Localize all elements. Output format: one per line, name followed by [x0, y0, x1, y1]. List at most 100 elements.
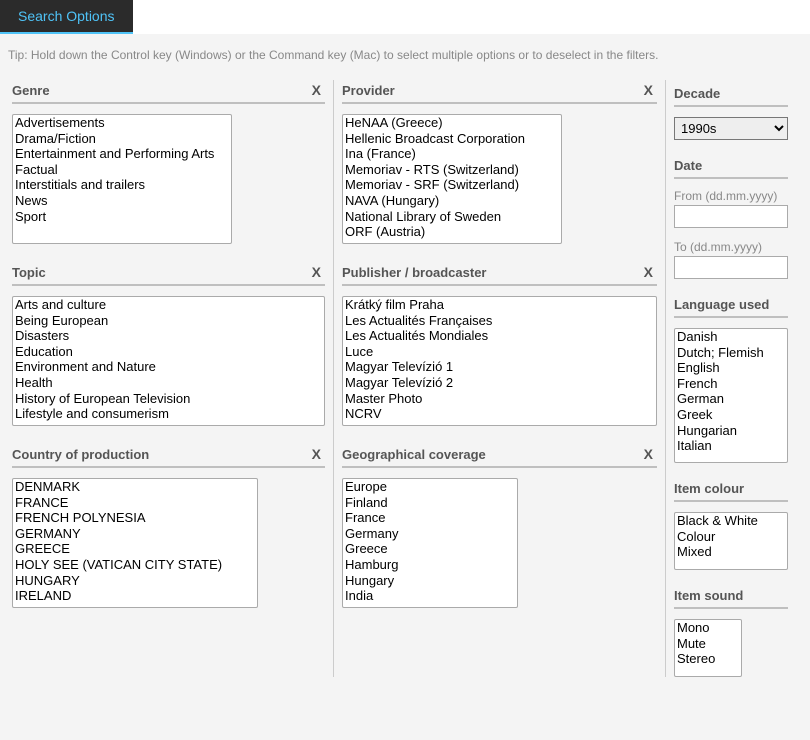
list-item[interactable]: Greece: [343, 541, 517, 557]
list-item[interactable]: Magyar Televízió 2: [343, 375, 656, 391]
list-item[interactable]: Danish: [675, 329, 787, 345]
list-item[interactable]: Les Actualités Françaises: [343, 313, 656, 329]
list-item[interactable]: Arts and culture: [13, 297, 324, 313]
filter-geo-title: Geographical coverage: [342, 447, 486, 462]
filter-columns: Genre X AdvertisementsDrama/FictionEnter…: [0, 80, 810, 697]
list-item[interactable]: GERMANY: [13, 526, 257, 542]
list-item[interactable]: National Library of Sweden: [343, 209, 561, 225]
list-item[interactable]: Hungary: [343, 573, 517, 589]
list-item[interactable]: Ina (France): [343, 146, 561, 162]
list-item[interactable]: HeNAA (Greece): [343, 115, 561, 131]
list-item[interactable]: Hungarian: [675, 423, 787, 439]
list-item[interactable]: Master Photo: [343, 391, 656, 407]
list-item[interactable]: Interstitials and trailers: [13, 177, 231, 193]
list-item[interactable]: NAVA (Hungary): [343, 193, 561, 209]
filter-country-select[interactable]: DENMARKFRANCEFRENCH POLYNESIAGERMANYGREE…: [12, 478, 258, 608]
column-left: Genre X AdvertisementsDrama/FictionEnter…: [4, 80, 334, 677]
list-item[interactable]: IRELAND: [13, 588, 257, 604]
list-item[interactable]: Sport: [13, 209, 231, 225]
list-item[interactable]: Mixed: [675, 544, 787, 560]
list-item[interactable]: History of European Television: [13, 391, 324, 407]
language-select[interactable]: DanishDutch; FlemishEnglishFrenchGermanG…: [674, 328, 788, 463]
list-item[interactable]: Lifestyle and consumerism: [13, 406, 324, 422]
list-item[interactable]: Entertainment and Performing Arts: [13, 146, 231, 162]
filter-country-clear[interactable]: X: [308, 446, 325, 462]
list-item[interactable]: GREECE: [13, 541, 257, 557]
date-from-label: From (dd.mm.yyyy): [674, 189, 788, 203]
list-item[interactable]: Drama/Fiction: [13, 131, 231, 147]
tip-text: Tip: Hold down the Control key (Windows)…: [0, 34, 810, 80]
list-item[interactable]: Les Actualités Mondiales: [343, 328, 656, 344]
list-item[interactable]: Stereo: [675, 651, 741, 667]
colour-select[interactable]: Black & WhiteColourMixed: [674, 512, 788, 570]
decade-select[interactable]: 1990s: [674, 117, 788, 140]
list-item[interactable]: Colour: [675, 529, 787, 545]
list-item[interactable]: Hellenic Broadcast Corporation: [343, 131, 561, 147]
filter-genre-select[interactable]: AdvertisementsDrama/FictionEntertainment…: [12, 114, 232, 244]
list-item[interactable]: Dutch; Flemish: [675, 345, 787, 361]
list-item[interactable]: Being European: [13, 313, 324, 329]
list-item[interactable]: NCRV: [343, 406, 656, 422]
list-item[interactable]: Disasters: [13, 328, 324, 344]
column-middle: Provider X HeNAA (Greece)Hellenic Broadc…: [334, 80, 666, 677]
list-item[interactable]: Memoriav - SRF (Switzerland): [343, 177, 561, 193]
list-item[interactable]: Krátký film Praha: [343, 297, 656, 313]
decade-title: Decade: [674, 84, 788, 107]
filter-provider-select[interactable]: HeNAA (Greece)Hellenic Broadcast Corpora…: [342, 114, 562, 244]
list-item[interactable]: France: [343, 510, 517, 526]
column-right: Decade 1990s Date From (dd.mm.yyyy) To (…: [666, 80, 796, 677]
filter-publisher-clear[interactable]: X: [640, 264, 657, 280]
list-item[interactable]: HOLY SEE (VATICAN CITY STATE): [13, 557, 257, 573]
filter-topic-clear[interactable]: X: [308, 264, 325, 280]
list-item[interactable]: Magyar Televízió 1: [343, 359, 656, 375]
date-from-input[interactable]: [674, 205, 788, 228]
list-item[interactable]: English: [675, 360, 787, 376]
list-item[interactable]: India: [343, 588, 517, 604]
list-item[interactable]: Mute: [675, 636, 741, 652]
filter-topic-select[interactable]: Arts and cultureBeing EuropeanDisastersE…: [12, 296, 325, 426]
tab-bar: Search Options: [0, 0, 810, 34]
filter-provider-clear[interactable]: X: [640, 82, 657, 98]
list-item[interactable]: Mono: [675, 620, 741, 636]
list-item[interactable]: German: [675, 391, 787, 407]
filter-publisher-select[interactable]: Krátký film PrahaLes Actualités Français…: [342, 296, 657, 426]
list-item[interactable]: ORF (Austria): [343, 224, 561, 240]
list-item[interactable]: FRENCH POLYNESIA: [13, 510, 257, 526]
date-to-input[interactable]: [674, 256, 788, 279]
list-item[interactable]: Finland: [343, 495, 517, 511]
filter-country-title: Country of production: [12, 447, 149, 462]
filter-publisher-title: Publisher / broadcaster: [342, 265, 487, 280]
filter-publisher: Publisher / broadcaster X Krátký film Pr…: [342, 262, 657, 426]
filter-topic-title: Topic: [12, 265, 46, 280]
list-item[interactable]: Luce: [343, 344, 656, 360]
list-item[interactable]: Greek: [675, 407, 787, 423]
list-item[interactable]: Environment and Nature: [13, 359, 324, 375]
list-item[interactable]: FRANCE: [13, 495, 257, 511]
date-to-label: To (dd.mm.yyyy): [674, 240, 788, 254]
tab-search-options[interactable]: Search Options: [0, 0, 133, 34]
list-item[interactable]: Hamburg: [343, 557, 517, 573]
filter-genre-clear[interactable]: X: [308, 82, 325, 98]
sound-select[interactable]: MonoMuteStereo: [674, 619, 742, 677]
list-item[interactable]: Factual: [13, 162, 231, 178]
filter-provider-title: Provider: [342, 83, 395, 98]
date-title: Date: [674, 156, 788, 179]
list-item[interactable]: Education: [13, 344, 324, 360]
list-item[interactable]: Italian: [675, 438, 787, 454]
list-item[interactable]: Advertisements: [13, 115, 231, 131]
list-item[interactable]: Memoriav - RTS (Switzerland): [343, 162, 561, 178]
colour-title: Item colour: [674, 479, 788, 502]
language-title: Language used: [674, 295, 788, 318]
list-item[interactable]: Germany: [343, 526, 517, 542]
filter-geo-clear[interactable]: X: [640, 446, 657, 462]
list-item[interactable]: Europe: [343, 479, 517, 495]
filter-geo-select[interactable]: EuropeFinlandFranceGermanyGreeceHamburgH…: [342, 478, 518, 608]
list-item[interactable]: French: [675, 376, 787, 392]
filter-topic: Topic X Arts and cultureBeing EuropeanDi…: [12, 262, 325, 426]
list-item[interactable]: HUNGARY: [13, 573, 257, 589]
list-item[interactable]: DENMARK: [13, 479, 257, 495]
list-item[interactable]: Black & White: [675, 513, 787, 529]
list-item[interactable]: Health: [13, 375, 324, 391]
filter-genre: Genre X AdvertisementsDrama/FictionEnter…: [12, 80, 325, 244]
list-item[interactable]: News: [13, 193, 231, 209]
